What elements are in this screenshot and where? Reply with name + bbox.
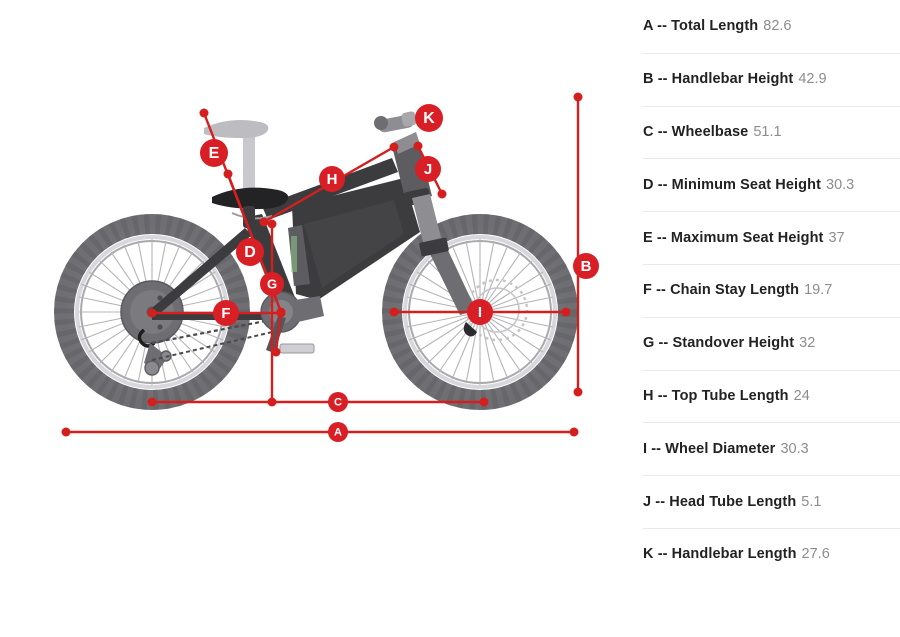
saddle-lowered xyxy=(212,187,289,209)
legend-item-value: 82.6 xyxy=(763,18,792,35)
marker-h: H xyxy=(319,166,345,192)
legend-item-label: F -- Chain Stay Length xyxy=(643,282,800,299)
bike-diagram-panel: M xyxy=(0,0,620,637)
legend-item-label: I -- Wheel Diameter xyxy=(643,440,776,457)
legend-item-value: 42.9 xyxy=(798,71,827,88)
legend-item-value: 30.3 xyxy=(826,176,855,193)
legend-item-label: H -- Top Tube Length xyxy=(643,387,789,404)
marker-letter: F xyxy=(221,305,230,322)
legend-item-value: 5.1 xyxy=(801,493,822,510)
legend-item-label: K -- Handlebar Length xyxy=(643,546,797,563)
legend-item-h: H -- Top Tube Length 24 xyxy=(620,369,900,423)
legend-item-b: B -- Handlebar Height 42.9 xyxy=(620,52,900,106)
geometry-legend-list: A -- Total Length 82.6 B -- Handlebar Heig… xyxy=(620,0,900,581)
legend-item-label: A -- Total Length xyxy=(643,18,759,35)
marker-a: A xyxy=(328,422,348,442)
marker-d: D xyxy=(236,238,264,266)
legend-item-i: I -- Wheel Diameter 30.3 xyxy=(620,422,900,475)
legend-item-label: C -- Wheelbase xyxy=(643,123,749,140)
legend-item-value: 37 xyxy=(828,229,845,246)
legend-item-d: D -- Minimum Seat Height 30.3 xyxy=(620,158,900,211)
geometry-legend-panel: A -- Total Length 82.6 B -- Handlebar Heig… xyxy=(620,0,900,637)
legend-item-value: 24 xyxy=(793,387,810,404)
legend-item-label: B -- Handlebar Height xyxy=(643,71,794,88)
legend-item-value: 30.3 xyxy=(780,440,809,457)
legend-item-a: A -- Total Length 82.6 xyxy=(620,0,900,53)
pedal xyxy=(279,343,315,354)
legend-item-e: E -- Maximum Seat Height 37 xyxy=(620,211,900,264)
legend-item-value: 27.6 xyxy=(801,546,830,563)
legend-item-label: E -- Maximum Seat Height xyxy=(643,229,824,246)
legend-item-label: D -- Minimum Seat Height xyxy=(643,176,822,193)
marker-k: K xyxy=(415,104,443,132)
measure-line-B xyxy=(573,92,583,397)
marker-letter: E xyxy=(209,145,220,162)
bike-geometry-screenshot: M xyxy=(0,0,900,637)
marker-j: J xyxy=(415,156,441,182)
marker-i: I xyxy=(467,299,493,325)
measure-line-A xyxy=(61,427,579,437)
legend-item-g: G -- Standover Height 32 xyxy=(620,316,900,370)
marker-e: E xyxy=(200,139,228,167)
marker-letter: H xyxy=(327,171,338,188)
marker-letter: J xyxy=(424,161,432,178)
legend-item-value: 19.7 xyxy=(804,282,833,299)
marker-letter: B xyxy=(581,258,592,275)
legend-item-label: G -- Standover Height xyxy=(643,335,795,352)
legend-item-c: C -- Wheelbase 51.1 xyxy=(620,105,900,159)
legend-item-value: 51.1 xyxy=(753,123,782,140)
marker-letter: D xyxy=(244,244,256,261)
marker-letter: A xyxy=(334,427,342,439)
marker-f: F xyxy=(213,300,239,326)
marker-letter: G xyxy=(267,276,277,291)
legend-item-label: J -- Head Tube Length xyxy=(643,493,797,510)
legend-item-k: K -- Handlebar Length 27.6 xyxy=(620,527,900,581)
handlebar-grip xyxy=(374,116,388,130)
marker-letter: I xyxy=(478,304,482,321)
legend-item-value: 32 xyxy=(799,335,816,352)
marker-letter: K xyxy=(423,110,435,127)
marker-b: B xyxy=(573,253,599,279)
marker-letter: C xyxy=(334,397,342,409)
legend-item-j: J -- Head Tube Length 5.1 xyxy=(620,475,900,528)
marker-c: C xyxy=(328,392,348,412)
bike-diagram-svg: M xyxy=(54,92,599,442)
marker-g: G xyxy=(260,272,284,296)
legend-item-f: F -- Chain Stay Length 19.7 xyxy=(620,263,900,317)
bike-illustration: M xyxy=(54,111,578,410)
